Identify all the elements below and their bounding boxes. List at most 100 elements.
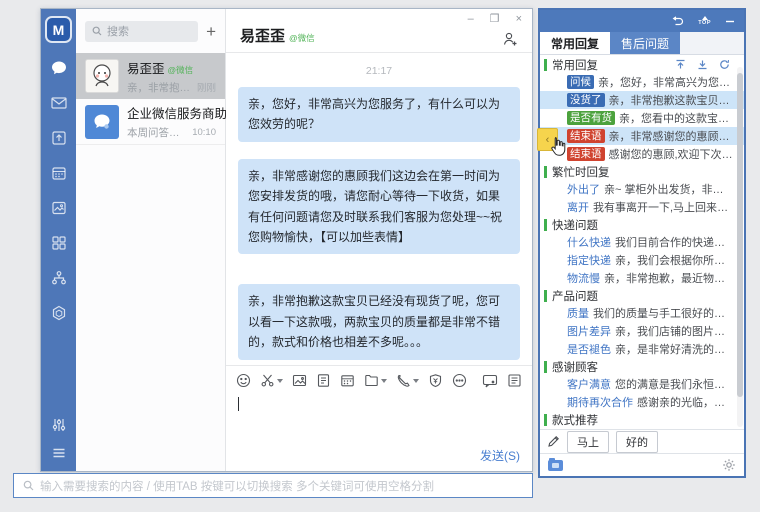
settings-sliders-icon[interactable] <box>49 415 69 435</box>
avatar <box>85 59 119 93</box>
send-button[interactable]: 发送(S) <box>480 447 520 464</box>
quick-reply-row[interactable]: 离开我有事离开一下,马上回来，请稍后。 <box>540 198 744 216</box>
conversation-list: 搜索 + 易歪歪 @微信 亲，非常抱歉这款宝... 刚刚 <box>76 9 240 471</box>
caret-down-icon <box>381 378 387 383</box>
quick-reply-row[interactable]: 结束语亲，非常感谢您的惠顾我们这边会在第... <box>540 127 744 145</box>
quick-reply-row[interactable]: 指定快递亲，我们会根据你所在的地址匹配合... <box>540 251 744 269</box>
tab-common-replies[interactable]: 常用回复 <box>540 32 611 54</box>
suggestion-chip[interactable]: 马上 <box>567 430 609 453</box>
chat-window: M 搜索 + 易歪歪 @微信 亲，非常抱歉 刚刚 企业微信服务商助手 本周问答精… <box>40 8 533 472</box>
group-header[interactable]: 常用回复 <box>540 56 744 73</box>
panel-minimize-icon[interactable] <box>725 16 735 26</box>
message-input-area[interactable]: 发送(S) <box>226 365 532 471</box>
expand-all-icon[interactable] <box>697 59 708 70</box>
new-chat-button[interactable]: + <box>206 23 216 40</box>
scrollbar-thumb[interactable] <box>737 73 743 397</box>
group-header[interactable]: 产品问题 <box>540 287 744 304</box>
group-header[interactable]: 款式推荐 <box>540 411 744 428</box>
quick-reply-row[interactable]: 结束语感谢您的惠顾,欢迎下次光临,再见。 <box>540 145 744 163</box>
conversation-time: 10:10 <box>192 127 216 138</box>
org-structure-icon[interactable] <box>49 268 69 288</box>
quick-reply-row[interactable]: 没货了亲，非常抱歉这款宝贝已经没有现货了... <box>540 91 744 109</box>
menu-hamburger-icon[interactable] <box>49 443 69 463</box>
app-logo[interactable]: M <box>45 16 72 43</box>
group-bar <box>544 218 547 231</box>
chat-search-placeholder: 搜索 <box>107 26 129 38</box>
gallery-icon[interactable] <box>49 198 69 218</box>
quick-reply-row[interactable]: 问候亲，您好，非常高兴为您服务了，有什么... <box>540 73 744 91</box>
file-transfer-icon[interactable] <box>49 128 69 148</box>
group-header[interactable]: 感谢顾客 <box>540 358 744 375</box>
group-header[interactable]: 繁忙时回复 <box>540 163 744 180</box>
group-header[interactable]: 快递问题 <box>540 216 744 233</box>
search-icon <box>92 26 102 36</box>
calendar-tool-icon[interactable] <box>340 373 355 388</box>
tab-aftersale-questions[interactable]: 售后问题 <box>610 32 681 54</box>
quick-reply-row[interactable]: 图片差异亲，我们店铺的图片都是实物拍摄的... <box>540 322 744 340</box>
wechat-badge: @微信 <box>167 64 194 75</box>
app-rail: M <box>41 9 76 471</box>
phone-icon[interactable] <box>396 373 419 388</box>
conversation-item-wecom-helper[interactable]: 企业微信服务商助手 本周问答精选 10:10 <box>76 99 240 145</box>
conversation-item-yiwaiwai[interactable]: 易歪歪 @微信 亲，非常抱歉这款宝... 刚刚 <box>76 53 225 99</box>
message-timestamp: 21:17 <box>365 65 393 77</box>
quick-reply-row[interactable]: 是否有货亲，您看中的这款宝贝是有现货的呢... <box>540 109 744 127</box>
emoji-icon[interactable] <box>236 373 251 388</box>
group-bar <box>544 58 547 71</box>
caret-down-icon <box>413 378 419 383</box>
transfer-shield-icon[interactable] <box>428 373 443 388</box>
gear-icon[interactable] <box>722 458 736 472</box>
chat-area: – ❐ × 易歪歪 @微信 21:17 亲，您好，非常高兴为您服务了，有什么可以… <box>226 9 532 471</box>
quick-reply-row[interactable]: 外出了亲~ 掌柜外出发货，非常抱歉不能及时... <box>540 180 744 198</box>
image-icon[interactable] <box>292 373 307 388</box>
file-icon[interactable] <box>316 373 331 388</box>
maximize-button[interactable]: ❐ <box>490 14 500 25</box>
text-cursor <box>238 397 239 411</box>
chat-search-input[interactable]: 搜索 <box>85 20 199 42</box>
conversation-name: 企业微信服务商助手 <box>127 107 240 121</box>
mail-icon[interactable] <box>49 93 69 113</box>
suggestion-chip[interactable]: 好的 <box>616 430 658 453</box>
chats-nav-icon[interactable] <box>49 58 69 78</box>
add-member-icon[interactable] <box>502 31 518 47</box>
folder-icon[interactable] <box>364 373 387 388</box>
edit-pencil-icon[interactable] <box>547 435 560 448</box>
global-search-input[interactable]: 输入需要搜索的内容 / 使用TAB 按键可以切换搜索 多个关键词可使用空格分割 <box>13 473 533 498</box>
message-bubble: 亲，非常抱歉这款宝贝已经没有现货了呢，您可以看一下这款哦，两款宝贝的质量都是非常… <box>238 284 520 360</box>
apps-grid-icon[interactable] <box>49 233 69 253</box>
quick-reply-bubble-icon[interactable] <box>482 373 498 388</box>
minimize-button[interactable]: – <box>468 14 474 25</box>
group-bar <box>544 360 547 373</box>
group-bar <box>544 413 547 426</box>
quick-reply-row[interactable]: 什么快递我们目前合作的快递为：申通、韵达... <box>540 233 744 251</box>
quick-reply-list: 常用回复 问候亲，您好，非常高兴为您服务了，有什么... 没货了亲，非常抱歉这款… <box>540 55 744 429</box>
scroll-to-top-icon[interactable]: TOP <box>698 15 711 27</box>
chat-record-list-icon[interactable] <box>507 373 522 388</box>
collapse-all-icon[interactable] <box>675 59 686 70</box>
conversation-preview: 本周问答精选 <box>127 127 189 139</box>
calendar-icon[interactable] <box>49 163 69 183</box>
caret-down-icon <box>277 378 283 383</box>
search-icon <box>23 480 34 491</box>
quick-reply-row[interactable]: 款式一亲看下这款跟您要的那款款式，板型上... <box>540 428 744 429</box>
plugins-icon[interactable] <box>49 303 69 323</box>
conversation-time: 刚刚 <box>196 83 216 94</box>
close-button[interactable]: × <box>516 14 522 25</box>
suggestion-bar: 马上 好的 <box>540 429 744 453</box>
library-folder-icon[interactable] <box>548 457 563 471</box>
panel-titlebar: TOP <box>540 10 744 32</box>
wechat-badge: @微信 <box>289 33 315 43</box>
more-tools-icon[interactable] <box>452 373 467 388</box>
global-search-placeholder: 输入需要搜索的内容 / 使用TAB 按键可以切换搜索 多个关键词可使用空格分割 <box>40 480 434 493</box>
quick-reply-row[interactable]: 物流慢亲，非常抱歉，最近物流比较繁忙，发... <box>540 269 744 287</box>
quick-reply-row[interactable]: 期待再次合作感谢亲的光临，期待再合作啦!，... <box>540 393 744 411</box>
chat-title: 易歪歪 <box>240 28 286 45</box>
quick-reply-row[interactable]: 是否褪色亲，是非常好清洗的，您第一次洗的... <box>540 340 744 358</box>
panel-scrollbar[interactable] <box>737 67 743 427</box>
pin-undo-icon[interactable] <box>671 15 684 27</box>
refresh-icon[interactable] <box>719 59 730 70</box>
quick-reply-row[interactable]: 客户满意您的满意是我们永恒的追求，售后如... <box>540 375 744 393</box>
quick-reply-row[interactable]: 质量我们的质量与手工很好的，是实拍图，请... <box>540 304 744 322</box>
screenshot-icon[interactable] <box>260 373 283 388</box>
group-bar <box>544 289 547 302</box>
